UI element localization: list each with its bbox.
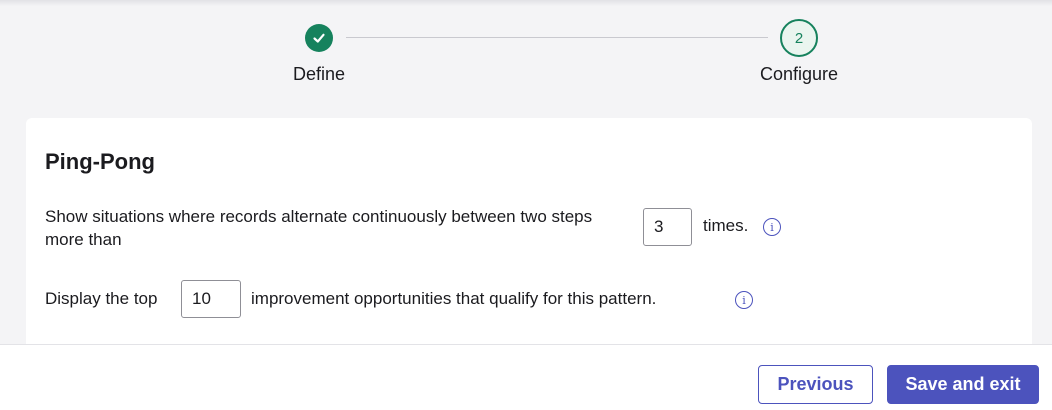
- wizard-stepper: Define 2 Configure: [0, 0, 1052, 110]
- save-and-exit-button[interactable]: Save and exit: [887, 365, 1039, 404]
- step-number-badge: 2: [780, 19, 818, 57]
- repeat-count-input[interactable]: [643, 208, 692, 246]
- repeat-description: Show situations where records alternate …: [45, 207, 593, 249]
- configure-card: Ping-Pong Show situations where records …: [26, 118, 1032, 358]
- step-complete-check-icon[interactable]: [305, 24, 333, 52]
- top-count-input[interactable]: [181, 280, 241, 318]
- info-icon[interactable]: i: [735, 291, 753, 309]
- times-label: times.: [703, 216, 749, 235]
- previous-button[interactable]: Previous: [758, 365, 873, 404]
- opportunities-label: improvement opportunities that qualify f…: [251, 289, 657, 308]
- step-label-define[interactable]: Define: [239, 64, 399, 85]
- stepper-connector: [346, 37, 768, 38]
- display-top-label: Display the top: [45, 289, 158, 308]
- info-icon[interactable]: i: [763, 218, 781, 236]
- footer-bar: Previous Save and exit: [0, 344, 1052, 410]
- card-title: Ping-Pong: [45, 149, 155, 174]
- step-label-configure: Configure: [759, 64, 839, 84]
